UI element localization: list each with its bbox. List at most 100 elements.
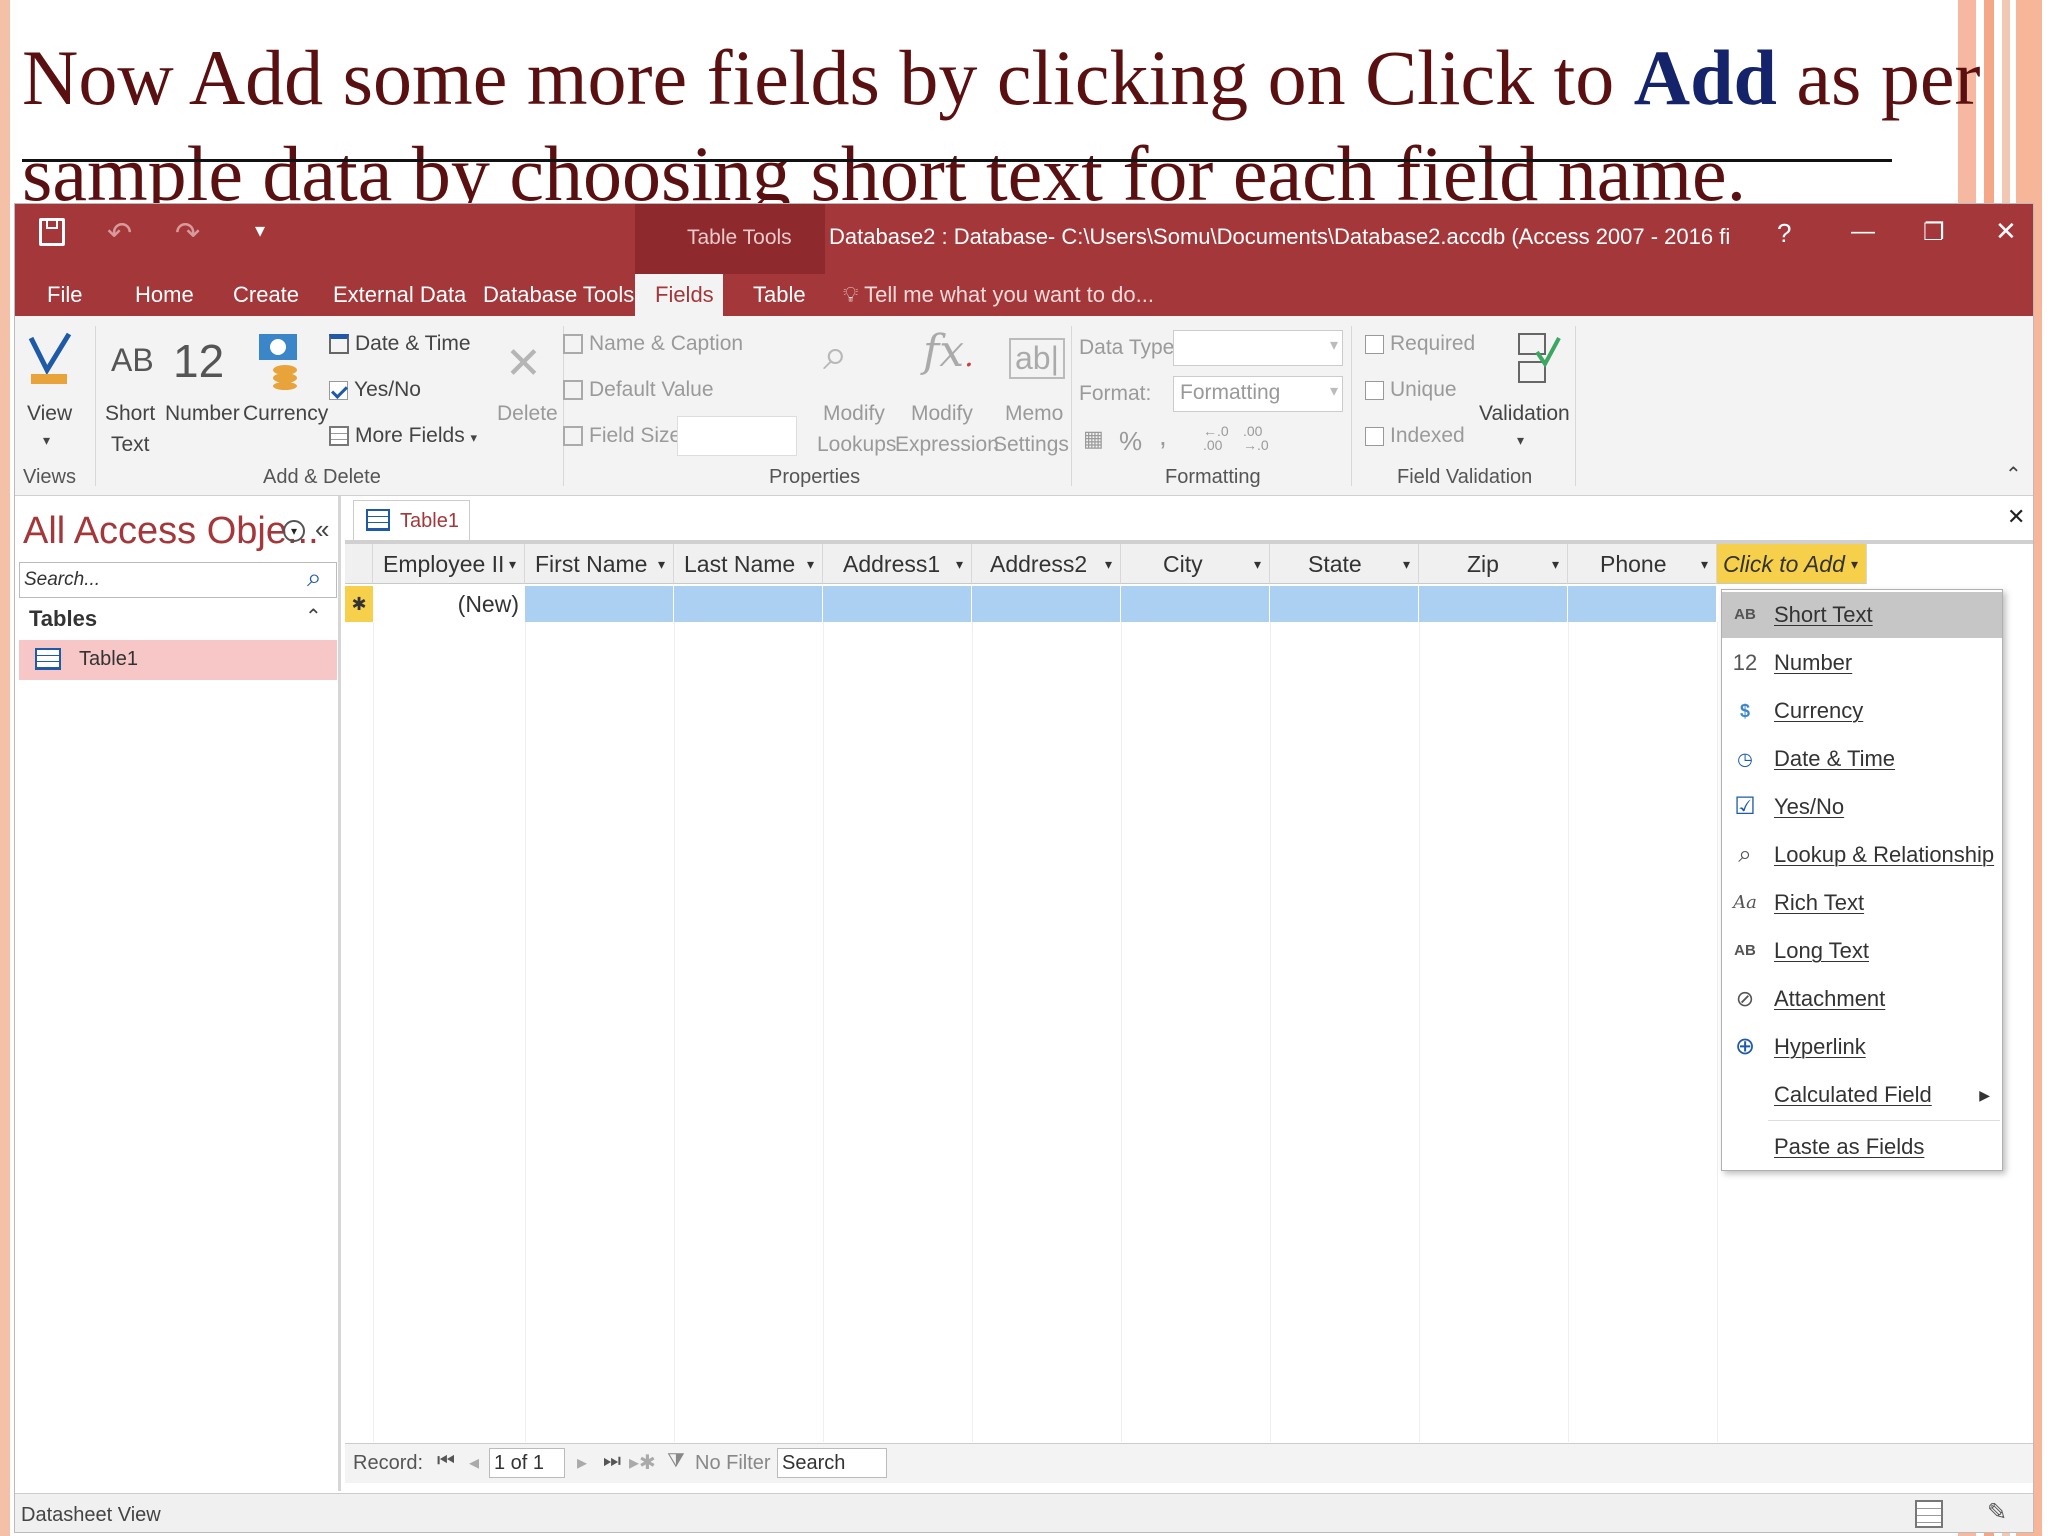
record-position-input[interactable]: 1 of 1 bbox=[489, 1448, 565, 1478]
tab-external-data[interactable]: External Data bbox=[325, 274, 474, 316]
validation-dropdown-icon[interactable]: ▾ bbox=[1517, 432, 1524, 449]
short-text-icon[interactable]: AB bbox=[111, 342, 154, 379]
default-value-button: Default Value bbox=[563, 378, 714, 402]
tab-table[interactable]: Table bbox=[745, 274, 814, 316]
number-icon[interactable]: 12 bbox=[173, 334, 224, 388]
document-tab-table1[interactable]: Table1 bbox=[353, 500, 470, 540]
validation-label[interactable]: Validation bbox=[1479, 402, 1570, 426]
redo-icon[interactable]: ↷ bbox=[175, 216, 200, 251]
short-text-label-2[interactable]: Text bbox=[111, 433, 150, 457]
table-cell[interactable] bbox=[1121, 586, 1270, 622]
save-icon[interactable] bbox=[39, 218, 65, 246]
tell-me-box[interactable]: 💡︎ Tell me what you want to do... bbox=[835, 274, 1162, 316]
new-record-icon[interactable]: ▸✱ bbox=[629, 1450, 656, 1475]
column-header-click-to-add[interactable]: Click to Add ▾ bbox=[1717, 544, 1867, 584]
currency-label[interactable]: Currency bbox=[243, 402, 328, 426]
tab-home[interactable]: Home bbox=[127, 274, 202, 316]
menu-item-calculated-field[interactable]: Calculated Field ▶ bbox=[1722, 1072, 2002, 1118]
menu-item-long-text[interactable]: AB Long Text bbox=[1722, 928, 2002, 974]
view-icon[interactable] bbox=[25, 330, 73, 390]
dropdown-arrow-icon[interactable]: ▾ bbox=[1851, 544, 1858, 583]
no-filter-label[interactable]: No Filter bbox=[695, 1452, 771, 1475]
short-text-label[interactable]: Short bbox=[105, 402, 155, 426]
menu-item-hyperlink[interactable]: ⊕ Hyperlink bbox=[1722, 1024, 2002, 1070]
table-cell[interactable] bbox=[972, 586, 1121, 622]
dropdown-arrow-icon[interactable]: ▾ bbox=[1701, 544, 1708, 583]
dropdown-arrow-icon[interactable]: ▾ bbox=[956, 544, 963, 583]
column-header-address2[interactable]: Address2 ▾ bbox=[972, 544, 1121, 584]
column-header-address1[interactable]: Address1 ▾ bbox=[823, 544, 972, 584]
new-record-cell[interactable]: (New) bbox=[373, 586, 525, 622]
view-label[interactable]: View bbox=[27, 402, 72, 426]
datasheet-view-icon[interactable] bbox=[1915, 1500, 1943, 1528]
date-time-button[interactable]: Date & Time bbox=[329, 332, 471, 356]
more-fields-button[interactable]: More Fields ▾ bbox=[329, 424, 477, 448]
search-icon[interactable]: ⌕ bbox=[307, 562, 322, 594]
first-record-icon[interactable]: ⏮︎ bbox=[437, 1450, 455, 1473]
close-button[interactable]: ✕ bbox=[1995, 216, 2017, 247]
column-header-first-name[interactable]: First Name ▾ bbox=[525, 544, 674, 584]
menu-item-lookup-relationship[interactable]: ⌕ Lookup & Relationship bbox=[1722, 832, 2002, 878]
dropdown-arrow-icon[interactable]: ▾ bbox=[807, 544, 814, 583]
nav-search-input[interactable]: Search... bbox=[19, 562, 337, 598]
column-header-state[interactable]: State ▾ bbox=[1270, 544, 1419, 584]
table-cell[interactable] bbox=[525, 586, 674, 622]
nav-item-table1[interactable]: Table1 bbox=[19, 640, 337, 680]
number-label[interactable]: Number bbox=[165, 402, 240, 426]
customize-qat-icon[interactable]: ▾ bbox=[255, 218, 265, 243]
checkbox-icon bbox=[329, 380, 348, 400]
collapse-section-icon[interactable]: ⌃ bbox=[305, 604, 322, 629]
dropdown-arrow-icon[interactable]: ▾ bbox=[1254, 544, 1261, 583]
increase-decimals-icon: ←.0.00 bbox=[1203, 423, 1229, 453]
help-button[interactable]: ? bbox=[1777, 218, 1791, 249]
undo-icon[interactable]: ↶ bbox=[107, 216, 132, 251]
previous-record-icon[interactable]: ◂ bbox=[469, 1450, 479, 1475]
column-header-phone[interactable]: Phone ▾ bbox=[1568, 544, 1717, 584]
table-cell[interactable] bbox=[674, 586, 823, 622]
table-cell[interactable] bbox=[1270, 586, 1419, 622]
design-view-icon[interactable]: ✎ bbox=[1987, 1498, 2007, 1527]
table-cell[interactable] bbox=[1568, 586, 1717, 622]
menu-item-date-time[interactable]: ◷ Date & Time bbox=[1722, 736, 2002, 782]
minimize-button[interactable]: — bbox=[1851, 218, 1875, 246]
tab-file[interactable]: File bbox=[39, 274, 90, 316]
menu-item-paste-as-fields[interactable]: Paste as Fields bbox=[1722, 1124, 2002, 1170]
tab-database-tools[interactable]: Database Tools bbox=[475, 274, 642, 316]
tab-create[interactable]: Create bbox=[225, 274, 307, 316]
column-header-last-name[interactable]: Last Name ▾ bbox=[674, 544, 823, 584]
dropdown-arrow-icon[interactable]: ▾ bbox=[1105, 544, 1112, 583]
column-header-city[interactable]: City ▾ bbox=[1121, 544, 1270, 584]
menu-item-yes-no[interactable]: ☑ Yes/No bbox=[1722, 784, 2002, 830]
currency-icon[interactable] bbox=[255, 330, 305, 390]
yes-no-button[interactable]: Yes/No bbox=[329, 378, 421, 402]
close-tab-icon[interactable]: ✕ bbox=[2007, 504, 2025, 530]
next-record-icon[interactable]: ▸ bbox=[577, 1450, 587, 1475]
dropdown-arrow-icon[interactable]: ▾ bbox=[509, 544, 516, 583]
nav-pane-title[interactable]: All Access Obje... bbox=[23, 510, 319, 553]
nav-menu-icon[interactable]: ▾ bbox=[283, 520, 305, 542]
name-caption-button: Name & Caption bbox=[563, 332, 743, 356]
dropdown-arrow-icon[interactable]: ▾ bbox=[1403, 544, 1410, 583]
restore-button[interactable]: ❐ bbox=[1923, 218, 1945, 247]
table-cell[interactable] bbox=[823, 586, 972, 622]
tab-fields[interactable]: Fields bbox=[635, 274, 723, 316]
view-dropdown-icon[interactable]: ▾ bbox=[43, 432, 50, 449]
collapse-ribbon-icon[interactable]: ⌃ bbox=[2005, 462, 2022, 487]
menu-item-number[interactable]: 12 Number bbox=[1722, 640, 2002, 686]
menu-item-currency[interactable]: $ Currency bbox=[1722, 688, 2002, 734]
menu-item-rich-text[interactable]: Aa Rich Text bbox=[1722, 880, 2002, 926]
record-search-input[interactable]: Search bbox=[777, 1448, 887, 1478]
currency-icon: $ bbox=[1739, 701, 1750, 721]
menu-item-short-text[interactable]: AB Short Text bbox=[1722, 592, 2002, 638]
dropdown-arrow-icon[interactable]: ▾ bbox=[658, 544, 665, 583]
column-header-zip[interactable]: Zip ▾ bbox=[1419, 544, 1568, 584]
dropdown-arrow-icon[interactable]: ▾ bbox=[1552, 544, 1559, 583]
nav-section-tables[interactable]: Tables bbox=[29, 606, 97, 632]
last-record-icon[interactable]: ⏭︎ bbox=[603, 1450, 621, 1473]
shutter-bar-icon[interactable]: « bbox=[315, 514, 329, 545]
column-header-employee-id[interactable]: Employee II ▾ bbox=[373, 544, 525, 584]
validation-icon[interactable] bbox=[1511, 330, 1561, 390]
table-cell[interactable] bbox=[1419, 586, 1568, 622]
filter-icon[interactable]: ⧩ bbox=[667, 1450, 685, 1473]
menu-item-attachment[interactable]: ⊘ Attachment bbox=[1722, 976, 2002, 1022]
